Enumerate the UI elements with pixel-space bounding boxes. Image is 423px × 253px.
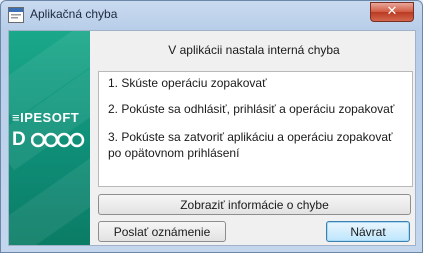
logo-text: ≡IPESOFT	[12, 110, 80, 125]
instruction-item: 2. Pokúste sa odhlásiť, prihlásiť a oper…	[108, 102, 395, 116]
logo-product: D	[12, 129, 26, 150]
close-button[interactable]: ✕	[370, 2, 414, 22]
send-report-button[interactable]: Poslať oznámenie	[98, 221, 226, 242]
instruction-item: 3. Pokúste sa zatvoriť aplikáciu a operá…	[108, 130, 393, 160]
window-title: Aplikačná chyba	[30, 7, 118, 21]
brand-banner: ≡IPESOFT D	[9, 31, 90, 245]
close-icon: ✕	[386, 4, 398, 19]
title-bar[interactable]: Aplikačná chyba ✕	[1, 1, 422, 29]
instructions-box: 1. Skúste operáciu zopakovať 2. Pokúste …	[98, 71, 413, 187]
app-icon	[8, 7, 24, 23]
error-header: V aplikácii nastala interná chyba	[168, 43, 340, 57]
dialog-body: ≡IPESOFT D V aplikácii nastala interná c…	[8, 30, 416, 246]
return-button[interactable]: Návrat	[326, 221, 410, 242]
error-dialog-window: Aplikačná chyba ✕ ≡IPESOFT D V aplikácii…	[0, 0, 423, 253]
show-details-button[interactable]: Zobraziť informácie o chybe	[98, 194, 411, 215]
d2000-logo	[31, 132, 85, 148]
instruction-item: 1. Skúste operáciu zopakovať	[108, 76, 267, 90]
